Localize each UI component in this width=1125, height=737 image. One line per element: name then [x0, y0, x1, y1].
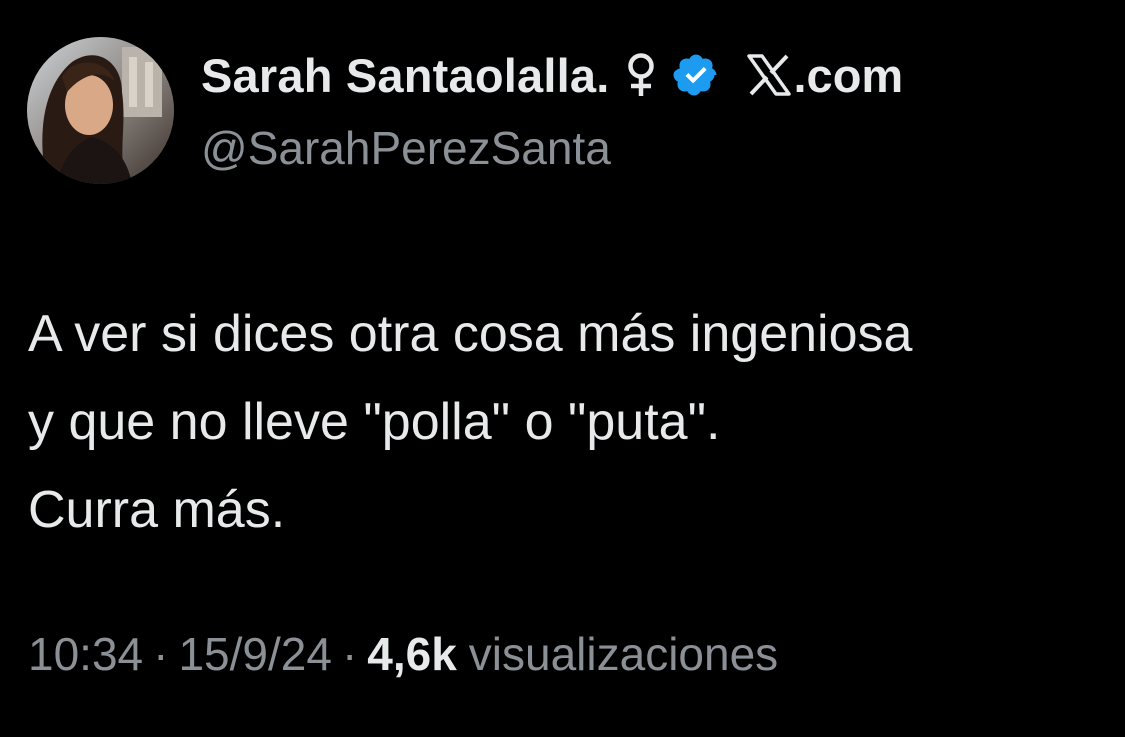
tweet-time[interactable]: 10:34: [28, 627, 143, 681]
meta-separator: ·: [341, 628, 358, 680]
tweet-text: A ver si dices otra cosa más ingeniosa y…: [28, 290, 1108, 554]
views-count[interactable]: 4,6k: [367, 627, 457, 681]
verified-badge-icon: [672, 51, 720, 99]
x-logo-icon: [746, 54, 792, 96]
tweet-card: Sarah Santaolalla. .com @SarahPerezSanta…: [0, 0, 1125, 737]
views-label: visualizaciones: [468, 628, 779, 680]
tweet-meta: 10:34 · 15/9/24 · 4,6k visualizaciones: [28, 627, 778, 681]
tweet-text-line: A ver si dices otra cosa más ingeniosa: [28, 305, 913, 363]
tweet-text-line: Curra más.: [28, 481, 286, 539]
author-name-row: Sarah Santaolalla. .com: [201, 45, 903, 105]
tweet-text-line: y que no lleve "polla" o "puta".: [28, 393, 721, 451]
tweet-header: Sarah Santaolalla. .com @SarahPerezSanta: [27, 37, 1107, 187]
tweet-date[interactable]: 15/9/24: [178, 627, 331, 681]
avatar[interactable]: [27, 37, 174, 184]
brand-domain: .com: [793, 48, 904, 102]
female-symbol-icon: [624, 52, 658, 98]
avatar-photo: [27, 37, 174, 184]
author-handle[interactable]: @SarahPerezSanta: [201, 121, 611, 175]
display-name[interactable]: Sarah Santaolalla.: [201, 48, 610, 103]
brand-label: .com: [746, 48, 904, 103]
meta-separator: ·: [153, 628, 169, 680]
